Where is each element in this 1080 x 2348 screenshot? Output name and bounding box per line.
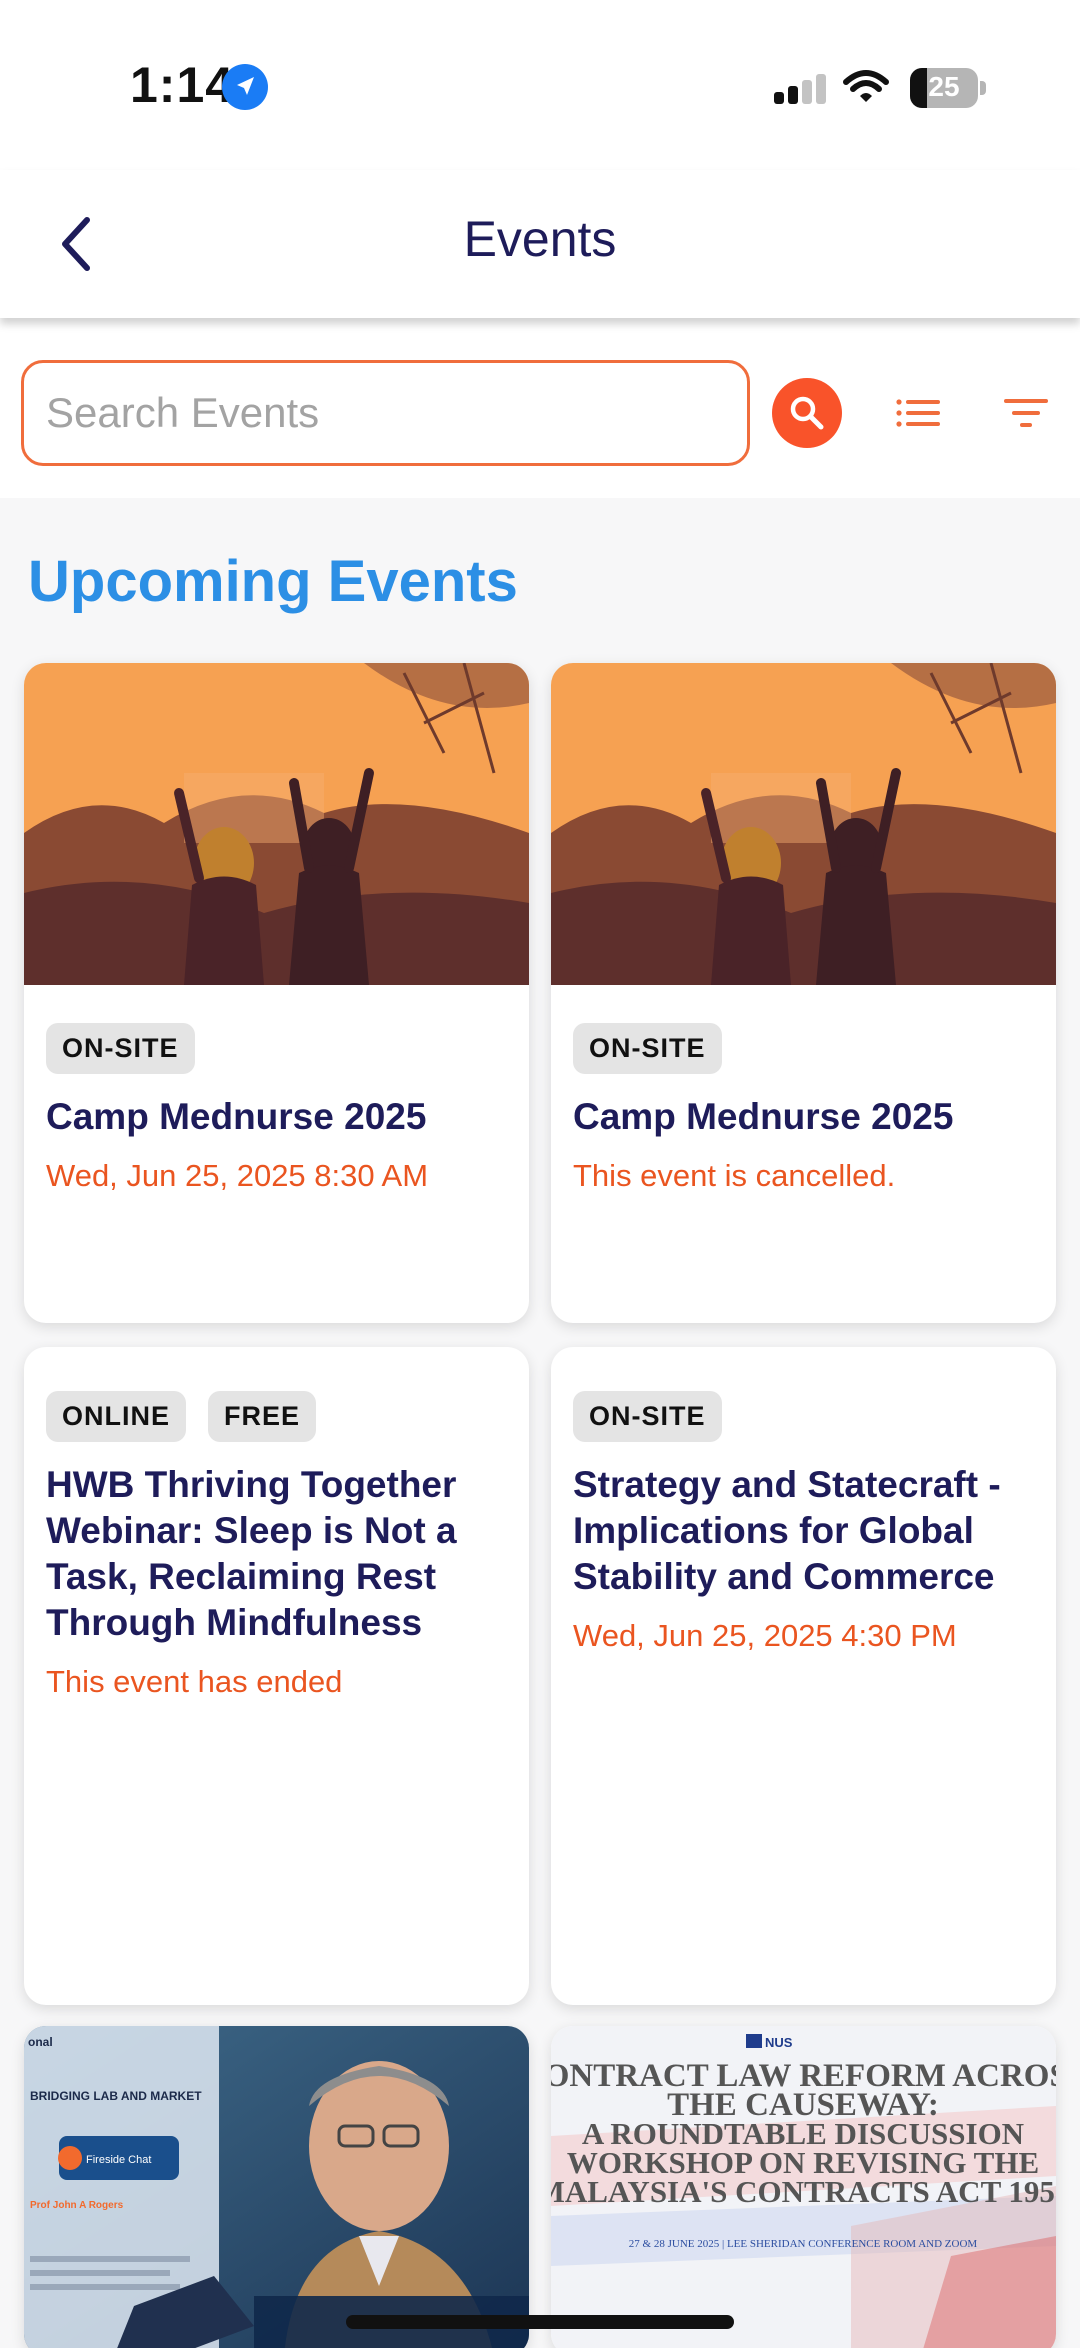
poster-brand: onal <box>28 2035 53 2049</box>
tag-list: ON-SITE <box>573 1391 1034 1442</box>
list-icon <box>896 399 940 427</box>
card-body: ONLINE FREE HWB Thriving Together Webina… <box>24 1391 529 1700</box>
poster-heading: BRIDGING LAB AND MARKET <box>30 2089 202 2103</box>
location-arrow-icon <box>222 64 268 110</box>
event-card[interactable]: ON-SITE Strategy and Statecraft - Implic… <box>551 1347 1056 2005</box>
event-status: This event has ended <box>46 1664 343 1699</box>
event-card[interactable]: ON-SITE Camp Mednurse 2025 Wed, Jun 25, … <box>24 663 529 1323</box>
search-button[interactable] <box>772 378 842 448</box>
tag-list: ON-SITE <box>573 1023 1034 1074</box>
poster-title-line: MALAYSIA'S CONTRACTS ACT 1950 <box>551 2174 1056 2209</box>
status-time: 1:14 <box>130 57 235 113</box>
back-button[interactable] <box>40 204 110 284</box>
status-bar: 1:14 25 <box>0 0 1080 170</box>
event-datetime: Wed, Jun 25, 2025 8:30 AM <box>46 1158 429 1193</box>
search-icon <box>790 396 824 430</box>
filter-button[interactable] <box>1000 390 1052 436</box>
tag-list: ONLINE FREE <box>46 1391 507 1442</box>
chevron-left-icon <box>62 217 90 271</box>
poster-speaker: Prof John A Rogers <box>30 2200 124 2211</box>
event-card[interactable]: ONLINE FREE HWB Thriving Together Webina… <box>24 1347 529 2005</box>
event-type-tag: ON-SITE <box>46 1023 195 1074</box>
event-card[interactable]: onal BRIDGING LAB AND MARKET Fireside Ch… <box>24 2026 529 2348</box>
event-type-tag: ON-SITE <box>573 1023 722 1074</box>
event-card[interactable]: ON-SITE Camp Mednurse 2025 This event is… <box>551 663 1056 1323</box>
search-bar <box>0 318 1080 498</box>
event-card[interactable]: NUS CONTRACT LAW REFORM ACROSS THE CAUSE… <box>551 2026 1056 2348</box>
tag-list: ON-SITE <box>46 1023 507 1074</box>
battery-icon: 25 <box>910 68 986 108</box>
event-image <box>24 663 529 985</box>
card-body: ON-SITE Strategy and Statecraft - Implic… <box>551 1391 1056 1654</box>
poster-date: 27 & 28 JUNE 2025 | LEE SHERIDAN CONFERE… <box>629 2238 978 2250</box>
event-type-tag: ON-SITE <box>573 1391 722 1442</box>
event-poster-image: onal BRIDGING LAB AND MARKET Fireside Ch… <box>24 2026 529 2348</box>
event-status: This event is cancelled. <box>573 1158 896 1193</box>
search-input[interactable] <box>21 360 750 466</box>
home-indicator[interactable] <box>346 2315 734 2329</box>
poster-badge: Fireside Chat <box>86 2154 151 2166</box>
event-title: HWB Thriving Together Webinar: Sleep is … <box>46 1464 457 1643</box>
event-type-tag: ONLINE <box>46 1391 187 1442</box>
price-tag: FREE <box>208 1391 317 1442</box>
poster-logo: NUS <box>765 2035 793 2050</box>
battery-percentage: 25 <box>928 71 960 102</box>
event-title: Camp Mednurse 2025 <box>46 1096 427 1137</box>
events-screen: 1:14 25 Events Search Events Upcoming Ev… <box>0 0 1080 2348</box>
event-title: Strategy and Statecraft - Implications f… <box>573 1464 1001 1597</box>
event-title: Camp Mednurse 2025 <box>573 1096 954 1137</box>
nav-header: Events <box>0 170 1080 318</box>
cellular-signal-icon <box>774 74 826 104</box>
card-body: ON-SITE Camp Mednurse 2025 Wed, Jun 25, … <box>24 1023 529 1194</box>
event-image <box>551 663 1056 985</box>
page-title: Events <box>463 211 617 267</box>
card-body: ON-SITE Camp Mednurse 2025 This event is… <box>551 1023 1056 1194</box>
filter-icon <box>1004 399 1048 427</box>
event-poster-image: NUS CONTRACT LAW REFORM ACROSS THE CAUSE… <box>551 2026 1056 2348</box>
event-datetime: Wed, Jun 25, 2025 4:30 PM <box>573 1618 957 1653</box>
section-title: Upcoming Events <box>28 549 518 614</box>
wifi-icon <box>843 70 889 102</box>
list-view-button[interactable] <box>890 390 946 436</box>
